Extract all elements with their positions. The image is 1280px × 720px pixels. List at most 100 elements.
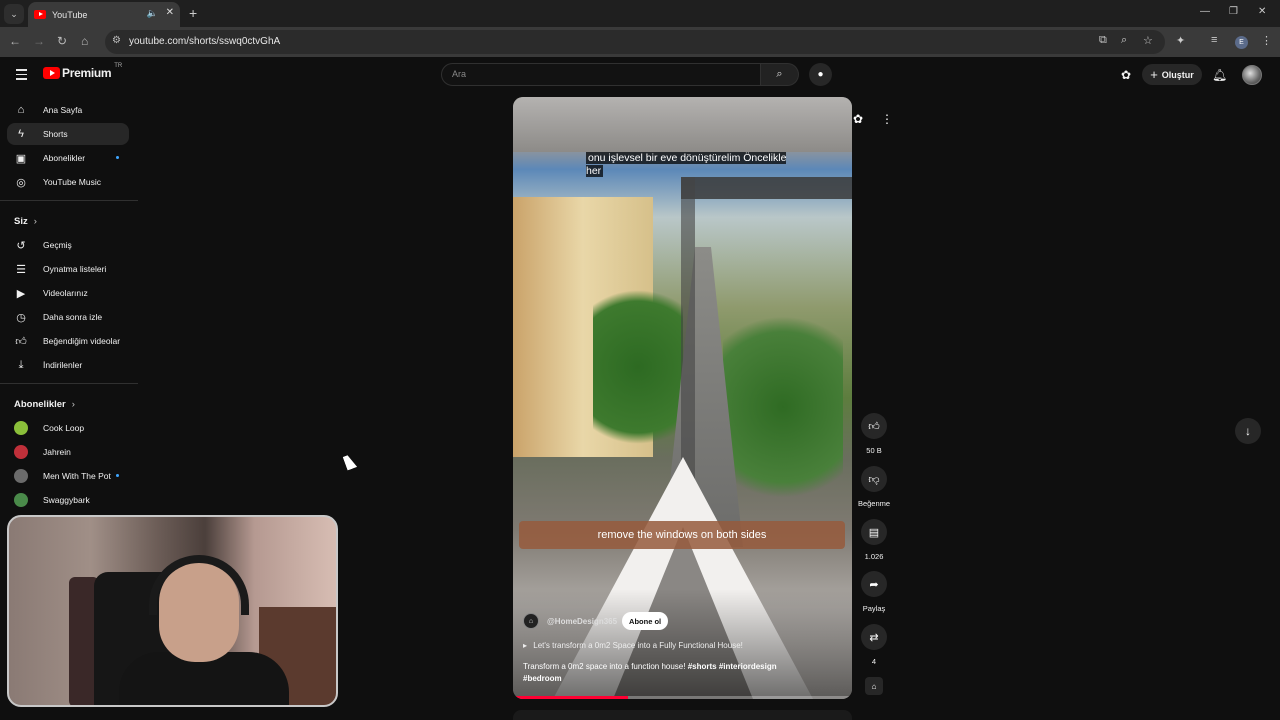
shorts-video-player[interactable]: onu işlevsel bir eve dönüştürelim Önceli… [513,97,852,699]
microphone-icon: ● [817,69,824,80]
arrow-down-icon: ↓ [1245,424,1251,438]
sidebar-item-label: Ana Sayfa [43,105,83,115]
extensions-icon[interactable]: ✦ [1176,34,1185,47]
sidebar-item-your-videos[interactable]: ▶ Videolarınız [7,282,129,304]
sidebar-item-watch-later[interactable]: ◷ Daha sonra izle [7,306,129,328]
next-short-preview [513,710,852,720]
sidebar-section-you[interactable]: Siz › [14,216,37,227]
new-tab-button[interactable]: + [189,5,197,21]
site-info-icon[interactable]: ⚙ [112,35,121,46]
close-tab-icon[interactable]: ✕ [166,7,174,18]
sidebar-subscription-jahrein[interactable]: Jahrein [7,441,129,463]
headset [149,555,249,615]
sound-thumbnail-icon: ⌂ [865,677,883,695]
channel-name[interactable]: @HomeDesign365 [547,617,617,626]
sidebar-item-downloads[interactable]: ⤓ İndirilenler [7,354,129,376]
remix-count: 4 [871,657,877,666]
sidebar-subscription-cook-loop[interactable]: Cook Loop [7,417,129,439]
thumbs-up-icon: 👍︎ [15,335,27,348]
subscriptions-icon: ▣ [15,152,27,165]
channel-avatar [14,421,28,435]
new-content-dot [116,474,119,477]
search-icon: ⌕ [776,68,783,80]
back-icon[interactable]: ← [9,34,21,48]
create-button[interactable]: + Oluştur [1142,64,1202,85]
sound-thumbnail-button[interactable]: ⌂ [856,677,892,695]
sidebar-item-history[interactable]: ↺ Geçmiş [7,234,129,256]
share-icon: ➦ [861,571,887,597]
browser-tab-bar: ⌄ YouTube 🔈 ✕ + — ❐ ✕ [0,0,1280,27]
sidebar-section-subscriptions[interactable]: Abonelikler › [14,399,75,410]
restore-icon[interactable]: ❐ [1229,6,1238,17]
webcam-overlay [7,515,338,707]
history-icon: ↺ [16,239,26,252]
close-window-icon[interactable]: ✕ [1258,6,1266,17]
subscribe-button[interactable]: Abone ol [622,612,669,630]
more-options-icon[interactable]: ⋮ [881,112,893,126]
youtube-logo[interactable]: Premium TR [43,63,123,80]
logo-text: Premium [62,66,112,80]
speaker-icon[interactable]: 🔈 [147,8,158,19]
menu-icon[interactable] [16,69,27,83]
reload-icon[interactable]: ↻ [57,34,67,48]
music-note-icon: ▸ [523,641,528,650]
tab-search-icon[interactable]: ⌄ [4,4,24,24]
share-button[interactable]: ➦ Paylaş [856,571,892,613]
sidebar-subscription-swaggybark[interactable]: Swaggybark [7,489,129,511]
zoom-icon[interactable]: ⌕ [1121,34,1127,47]
search-input[interactable]: Ara [441,63,761,86]
video-description[interactable]: Transform a 0m2 space into a function ho… [523,661,803,685]
search-placeholder: Ara [452,69,467,79]
sidebar-item-home[interactable]: ⌂ Ana Sayfa [7,99,129,121]
sidebar-item-label: Beğendiğim videolar [43,336,121,346]
sidebar-item-liked-videos[interactable]: 👍︎ Beğendiğim videolar [7,330,129,352]
bookmark-star-icon[interactable]: ☆ [1143,34,1153,47]
shorts-remix-icon[interactable]: ✿ [1121,68,1131,82]
forward-icon[interactable]: → [33,34,45,48]
music-icon: ◎ [16,176,26,189]
like-button[interactable]: 👍︎ 50 B [856,413,892,455]
sidebar-item-label: Swaggybark [43,495,90,505]
next-video-button[interactable]: ↓ [1235,418,1261,444]
remix-button[interactable]: ⇄ 4 [856,624,892,666]
tab-title: YouTube [52,9,88,20]
sidebar-subscription-men-with-the-pot[interactable]: Men With The Pot [7,465,129,487]
new-content-dot [116,156,119,159]
minimize-icon[interactable]: — [1200,6,1210,17]
sidebar-item-playlists[interactable]: ☰ Oynatma listeleri [7,258,129,280]
comment-count: 1.026 [864,552,884,561]
notifications-bell-icon[interactable]: 🔔︎ [1212,68,1227,82]
browser-tab[interactable]: YouTube 🔈 ✕ [28,2,180,27]
sidebar-item-youtube-music[interactable]: ◎ YouTube Music [7,171,129,193]
sound-link[interactable]: ▸ Let's transform a 0m2 Space into a Ful… [523,641,743,650]
section-title: Abonelikler [14,399,66,410]
media-control-icon[interactable]: ≡ [1211,34,1217,46]
sidebar-divider [0,383,138,384]
share-label: Paylaş [862,604,886,613]
home-browser-icon[interactable]: ⌂ [81,34,88,48]
sidebar-item-label: Videolarınız [43,288,88,298]
caption-top-text: onu işlevsel bir eve dönüştürelim Önceli… [586,152,787,177]
search-button[interactable]: ⌕ [761,63,799,86]
browser-profile-avatar[interactable]: E [1235,36,1248,49]
progress-fill [513,696,629,699]
sidebar-item-subscriptions[interactable]: ▣ Abonelikler [7,147,129,169]
sidebar-item-label: Oynatma listeleri [43,264,107,274]
comments-button[interactable]: ▤ 1.026 [856,519,892,561]
voice-search-button[interactable]: ● [809,63,832,86]
remix-overlay-icon[interactable]: ✿ [853,112,863,126]
download-icon: ⤓ [18,358,24,371]
sidebar-item-label: Daha sonra izle [43,312,103,322]
channel-avatar[interactable]: ⌂ [523,613,539,629]
dislike-button[interactable]: 👎︎ Beğenme [856,466,892,508]
thumbs-down-icon: 👎︎ [861,466,887,492]
address-bar[interactable]: ⚙ youtube.com/shorts/sswq0ctvGhA [105,30,1165,54]
account-avatar[interactable] [1242,65,1262,85]
country-code: TR [114,63,123,69]
sidebar-item-shorts[interactable]: ϟ Shorts [7,123,129,145]
mouse-cursor-icon [342,453,358,471]
browser-menu-icon[interactable]: ⋮ [1261,34,1272,47]
install-icon[interactable]: ⧉ [1099,34,1107,47]
video-progress-bar[interactable] [513,696,852,699]
video-trees [593,267,683,467]
